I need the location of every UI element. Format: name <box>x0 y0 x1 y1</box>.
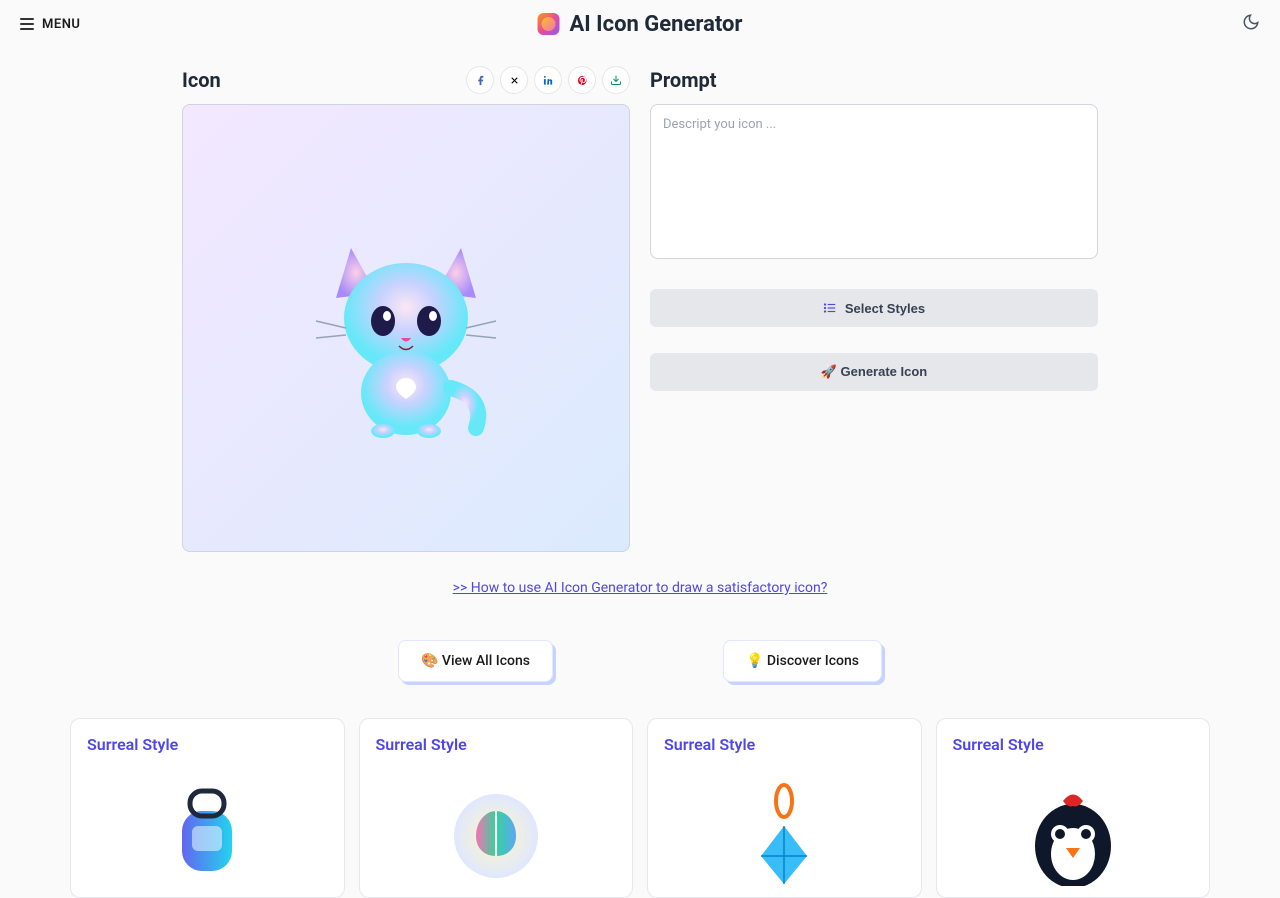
select-styles-button[interactable]: Select Styles <box>650 289 1098 327</box>
style-card[interactable]: Surreal Style <box>647 718 922 898</box>
facebook-icon <box>475 75 486 86</box>
linkedin-icon <box>543 75 554 86</box>
card-image-penguin <box>953 766 1194 896</box>
style-card[interactable]: Surreal Style <box>70 718 345 898</box>
generate-label: 🚀 Generate Icon <box>821 364 928 380</box>
icon-panel: Icon <box>182 62 630 552</box>
page-title: AI Icon Generator <box>570 12 743 37</box>
hamburger-icon <box>20 18 34 30</box>
select-styles-label: Select Styles <box>845 301 925 316</box>
share-row <box>466 66 630 94</box>
menu-label: MENU <box>42 17 80 32</box>
card-title: Surreal Style <box>953 735 1194 754</box>
generate-button[interactable]: 🚀 Generate Icon <box>650 353 1098 391</box>
panels: Icon <box>182 62 1098 552</box>
share-x[interactable] <box>500 66 528 94</box>
card-title: Surreal Style <box>664 735 905 754</box>
share-linkedin[interactable] <box>534 66 562 94</box>
prompt-head: Prompt <box>650 62 1098 98</box>
view-all-icons-chip[interactable]: 🎨 View All Icons <box>398 640 553 682</box>
download-button[interactable] <box>602 66 630 94</box>
icon-head: Icon <box>182 62 630 98</box>
icon-label: Icon <box>182 68 221 92</box>
card-title: Surreal Style <box>87 735 328 754</box>
card-image-brain <box>376 766 617 896</box>
cat-illustration <box>301 213 511 443</box>
card-title: Surreal Style <box>376 735 617 754</box>
menu-button[interactable]: MENU <box>20 17 80 32</box>
style-card[interactable]: Surreal Style <box>359 718 634 898</box>
icon-preview <box>182 104 630 552</box>
x-icon <box>509 75 520 86</box>
discover-icons-chip[interactable]: 💡 Discover Icons <box>723 640 882 682</box>
howto-link[interactable]: >> How to use AI Icon Generator to draw … <box>182 580 1098 596</box>
prompt-input[interactable] <box>650 104 1098 259</box>
list-icon <box>823 301 837 315</box>
prompt-label: Prompt <box>650 68 717 92</box>
title-wrap: AI Icon Generator <box>538 12 743 37</box>
download-icon <box>610 74 622 86</box>
moon-icon <box>1242 13 1260 31</box>
prompt-panel: Prompt Select Styles 🚀 Generate Icon <box>650 62 1098 552</box>
share-facebook[interactable] <box>466 66 494 94</box>
style-card[interactable]: Surreal Style <box>936 718 1211 898</box>
dark-mode-toggle[interactable] <box>1242 13 1260 35</box>
card-image-gem <box>664 766 905 896</box>
logo-icon <box>538 13 560 35</box>
chip-row: 🎨 View All Icons 💡 Discover Icons <box>182 640 1098 682</box>
card-image-backpack <box>87 766 328 896</box>
pinterest-icon <box>577 75 588 86</box>
main: Icon <box>182 62 1098 682</box>
cards-row: Surreal Style Surreal Style Surreal Styl… <box>0 718 1280 898</box>
header: MENU AI Icon Generator <box>0 0 1280 48</box>
share-pinterest[interactable] <box>568 66 596 94</box>
